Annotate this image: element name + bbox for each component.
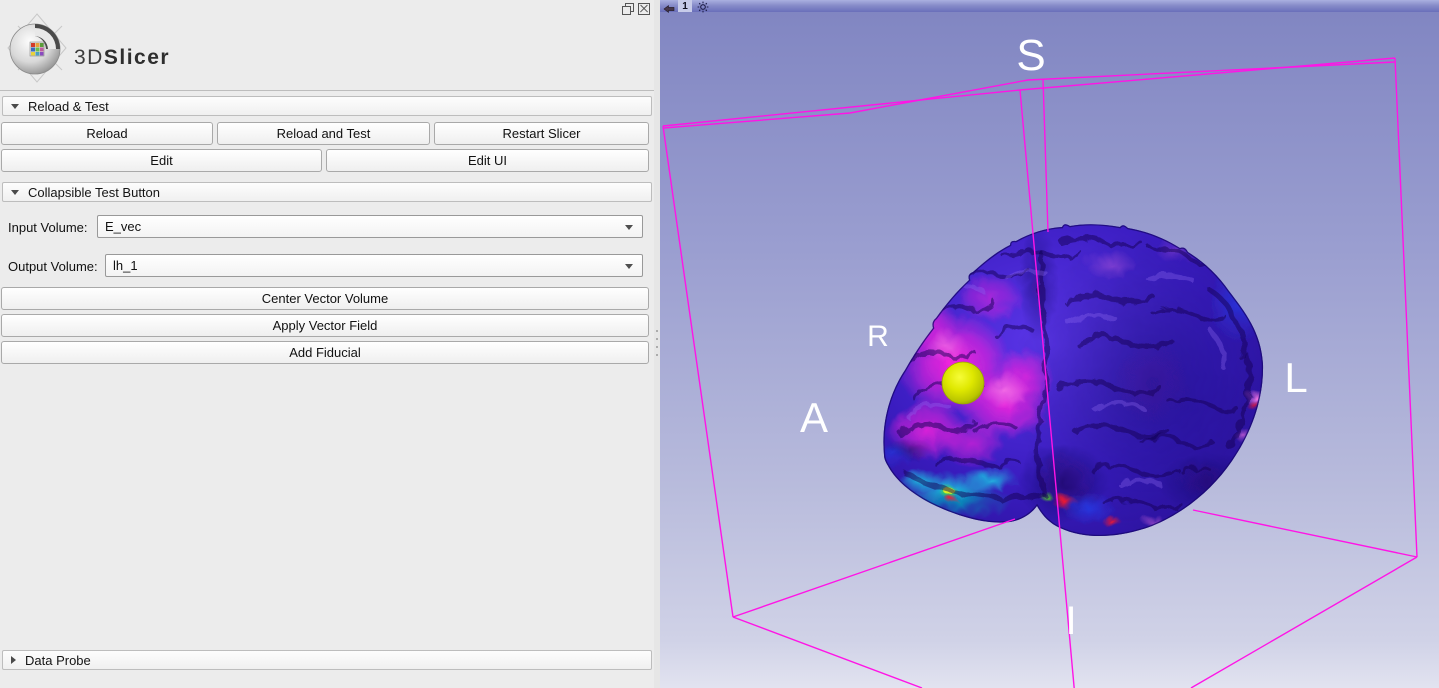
reload-and-test-button[interactable]: Reload and Test	[217, 122, 430, 145]
close-panel-icon[interactable]	[638, 2, 650, 14]
section-header-data-probe[interactable]: Data Probe	[2, 650, 652, 670]
output-volume-label: Output Volume:	[8, 259, 98, 274]
reload-button[interactable]: Reload	[1, 122, 213, 145]
panel-divider	[0, 90, 654, 91]
expand-arrow-icon	[11, 656, 16, 664]
restart-slicer-button[interactable]: Restart Slicer	[434, 122, 649, 145]
edit-button[interactable]: Edit	[1, 149, 322, 172]
section-title: Collapsible Test Button	[28, 185, 160, 200]
chevron-down-icon	[625, 225, 633, 230]
input-volume-label: Input Volume:	[8, 220, 88, 235]
orientation-label-anterior: A	[800, 394, 828, 441]
logo-slicer: Slicer	[104, 46, 170, 69]
section-header-collapsible-test[interactable]: Collapsible Test Button	[2, 182, 652, 202]
float-window-icon[interactable]	[622, 2, 634, 14]
collapse-arrow-icon	[11, 190, 19, 195]
orientation-label-right: R	[867, 320, 889, 353]
fiducial-marker[interactable]	[942, 362, 984, 404]
logo-3d: 3D	[74, 46, 104, 69]
output-volume-value: lh_1	[113, 258, 138, 273]
slicer-logo: 3DSlicer	[4, 10, 224, 86]
orientation-label-superior: S	[1016, 31, 1045, 80]
section-title: Reload & Test	[28, 99, 109, 114]
orientation-label-left: L	[1284, 354, 1307, 401]
output-volume-combobox[interactable]: lh_1	[105, 254, 643, 277]
slicer-logo-icon	[4, 12, 70, 84]
chevron-down-icon	[625, 264, 633, 269]
module-panel: 3DSlicer Reload & Test Reload Reload and…	[0, 0, 655, 688]
collapse-arrow-icon	[11, 104, 19, 109]
input-volume-combobox[interactable]: E_vec	[97, 215, 643, 238]
input-volume-value: E_vec	[105, 219, 141, 234]
logo-text: 3DSlicer	[74, 46, 170, 70]
apply-vector-field-button[interactable]: Apply Vector Field	[1, 314, 649, 337]
view-tab[interactable]: 1	[678, 0, 692, 12]
orientation-label-inferior: I	[1065, 599, 1076, 643]
threed-viewport[interactable]: S R A L I	[660, 12, 1439, 688]
threed-view-titlebar: 1	[660, 0, 1439, 12]
panel-window-controls	[622, 2, 650, 14]
section-title: Data Probe	[25, 653, 91, 668]
threed-view[interactable]: 1	[660, 0, 1439, 688]
add-fiducial-button[interactable]: Add Fiducial	[1, 341, 649, 364]
edit-ui-button[interactable]: Edit UI	[326, 149, 649, 172]
pin-icon[interactable]	[663, 1, 675, 19]
center-vector-volume-button[interactable]: Center Vector Volume	[1, 287, 649, 310]
gear-icon[interactable]	[697, 0, 709, 18]
section-header-reload-test[interactable]: Reload & Test	[2, 96, 652, 116]
